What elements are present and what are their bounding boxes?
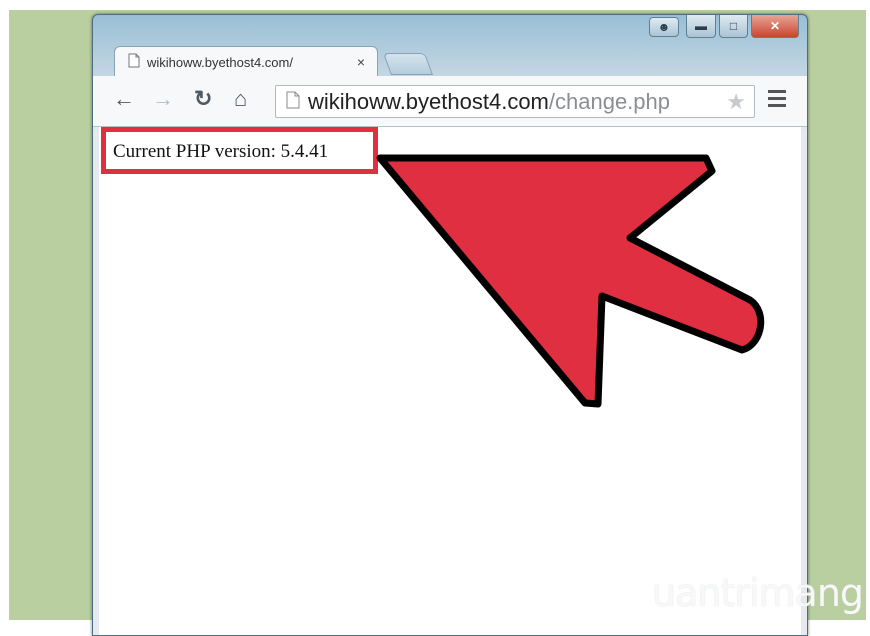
watermark-text: uantrimang (652, 571, 864, 615)
watermark-logo (609, 575, 649, 615)
arrow-pointer (376, 154, 765, 408)
